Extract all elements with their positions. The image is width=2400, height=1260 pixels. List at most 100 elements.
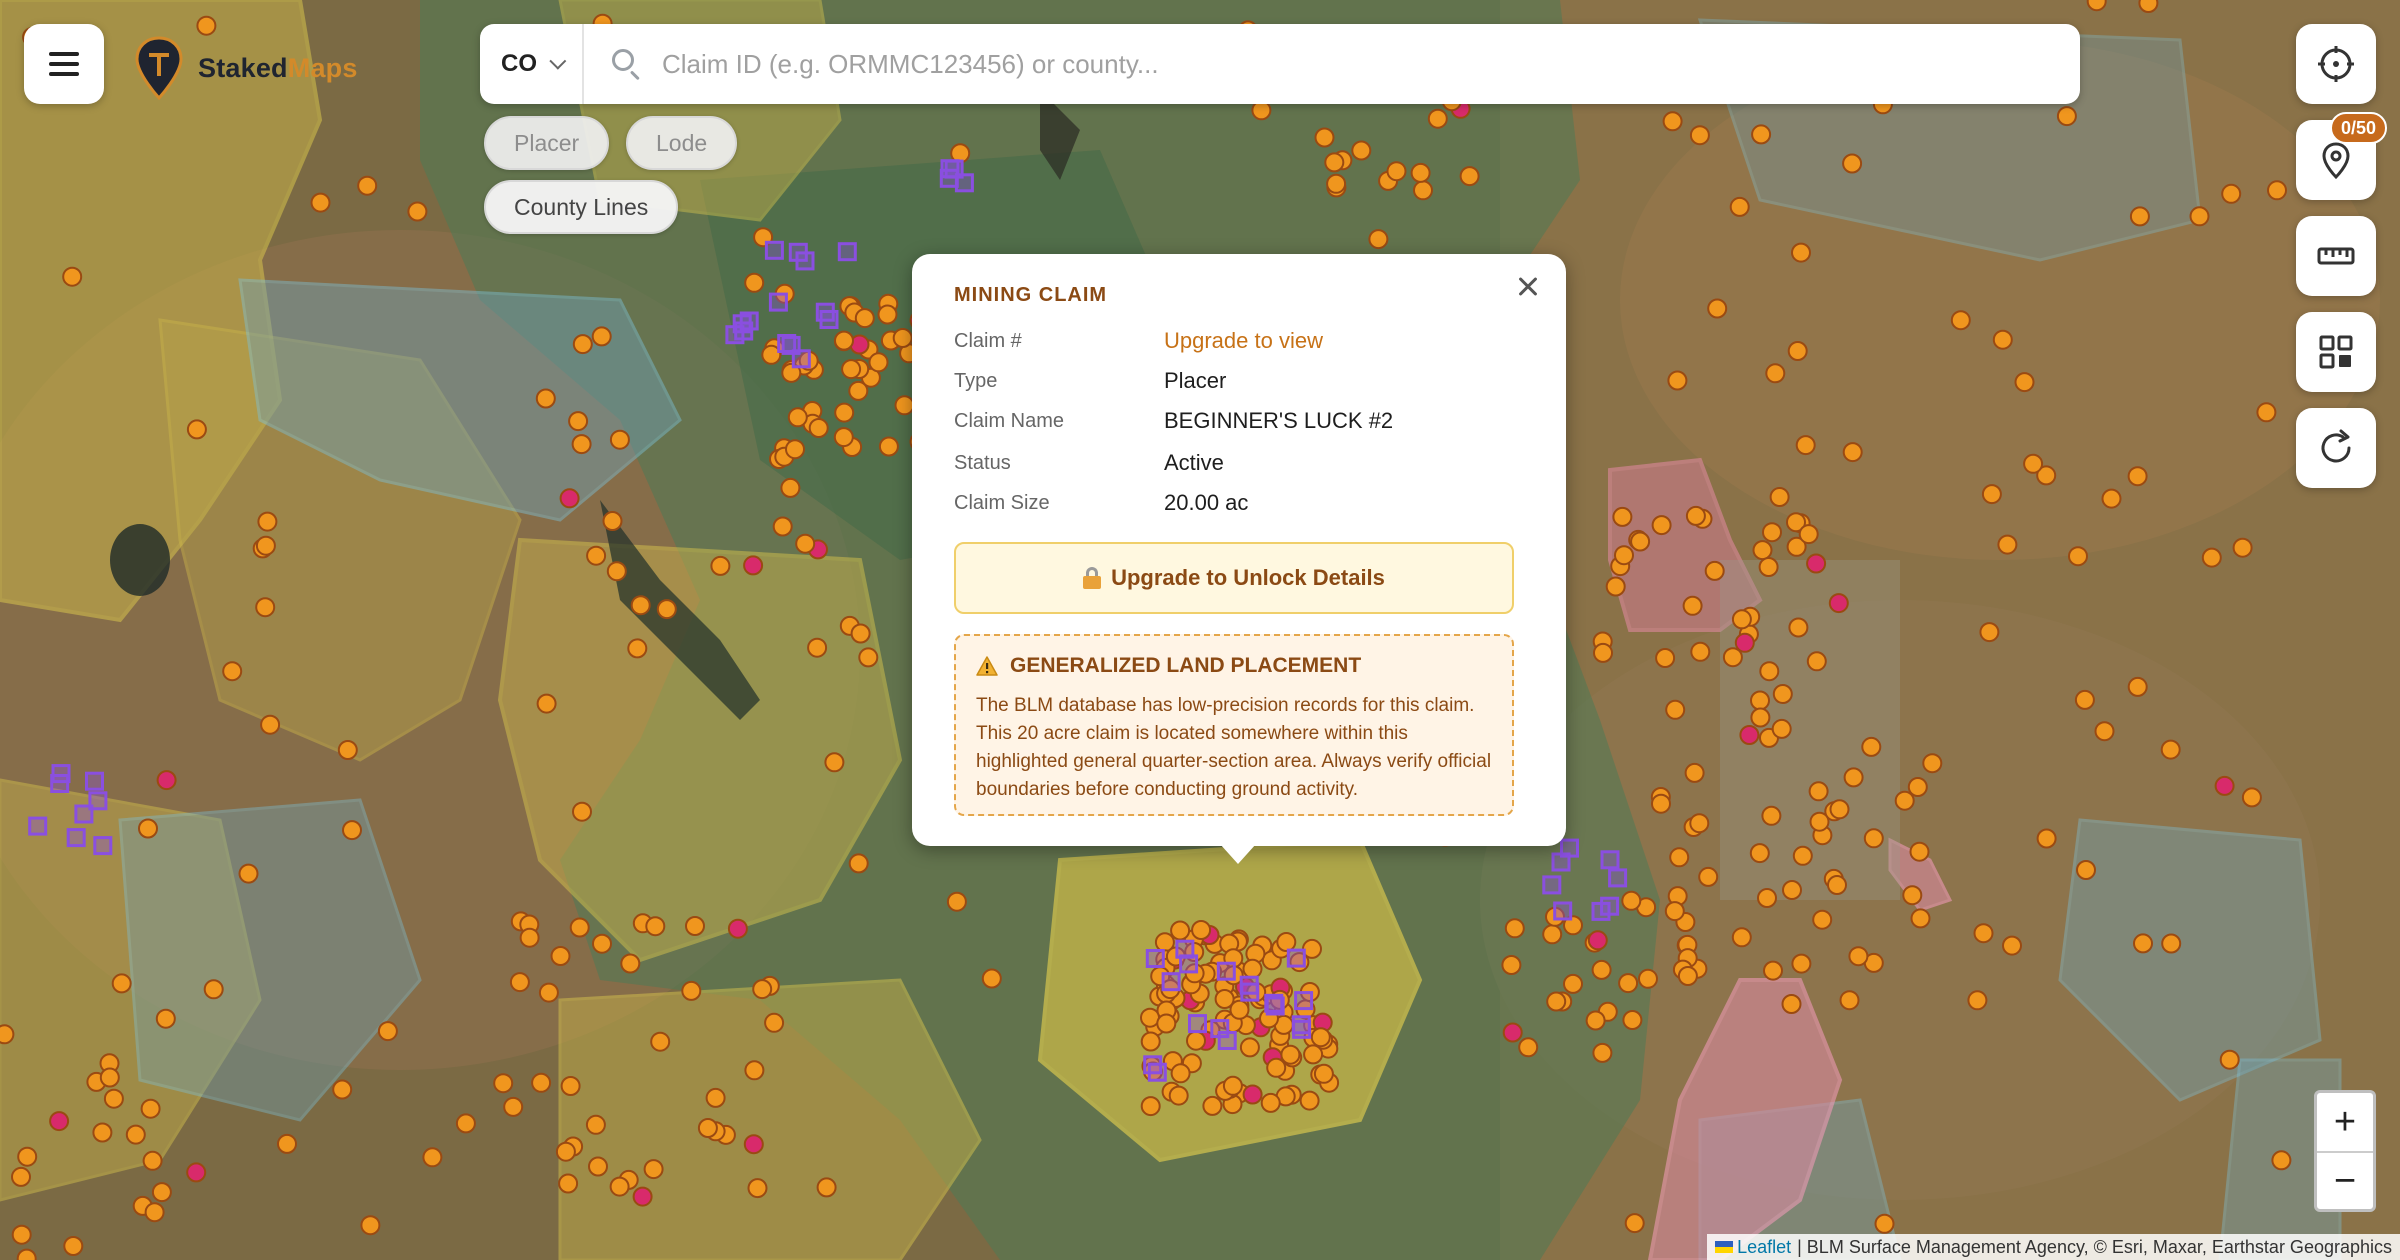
claim-marker[interactable] <box>1698 866 1719 887</box>
lode-claim-square[interactable] <box>791 349 811 369</box>
claim-marker[interactable] <box>1612 506 1633 527</box>
claim-marker[interactable] <box>1758 557 1779 577</box>
claim-marker[interactable] <box>2160 739 2181 760</box>
claim-marker[interactable] <box>1427 108 1448 129</box>
upgrade-to-view-link[interactable]: Upgrade to view <box>1164 328 1323 354</box>
claim-marker[interactable] <box>186 419 207 440</box>
claim-marker[interactable] <box>727 918 748 939</box>
claim-marker[interactable] <box>1808 781 1829 802</box>
claim-marker[interactable] <box>1351 140 1372 161</box>
claim-marker[interactable] <box>2023 453 2044 474</box>
claim-marker[interactable] <box>1504 918 1525 939</box>
claim-marker[interactable] <box>531 1072 552 1093</box>
claim-marker[interactable] <box>656 599 677 620</box>
claim-marker[interactable] <box>1651 793 1671 814</box>
claim-marker[interactable] <box>196 15 217 36</box>
claim-marker[interactable] <box>1792 845 1813 866</box>
claim-marker[interactable] <box>2214 775 2235 796</box>
claim-marker[interactable] <box>1186 1030 1206 1051</box>
claim-marker[interactable] <box>1667 370 1688 391</box>
claim-marker[interactable] <box>1684 762 1705 783</box>
claim-marker[interactable] <box>1781 994 1802 1014</box>
claim-marker[interactable] <box>569 917 590 938</box>
claim-marker[interactable] <box>2002 935 2022 956</box>
claim-marker[interactable] <box>558 1173 579 1194</box>
lode-claim-square[interactable] <box>66 828 86 848</box>
claim-marker[interactable] <box>1563 973 1583 994</box>
claim-marker[interactable] <box>1765 363 1786 384</box>
claim-marker[interactable] <box>1759 661 1780 682</box>
claim-marker[interactable] <box>705 1087 726 1108</box>
lode-claim-square[interactable] <box>837 242 857 262</box>
claim-marker[interactable] <box>1722 647 1743 668</box>
claim-marker[interactable] <box>1704 560 1725 581</box>
claim-marker[interactable] <box>1769 487 1790 507</box>
claim-marker[interactable] <box>2189 206 2210 227</box>
claim-marker[interactable] <box>1605 576 1626 597</box>
claim-marker[interactable] <box>1761 805 1782 826</box>
lode-claim-square[interactable] <box>51 764 71 784</box>
lode-claim-square[interactable] <box>795 251 815 271</box>
claim-marker[interactable] <box>681 980 702 1001</box>
claim-marker[interactable] <box>1156 1013 1177 1034</box>
claim-marker[interactable] <box>2014 372 2035 393</box>
claim-marker[interactable] <box>550 946 571 966</box>
claim-marker[interactable] <box>1621 890 1642 911</box>
claim-marker[interactable] <box>1950 310 1971 331</box>
lode-claim-square[interactable] <box>1553 901 1573 921</box>
lode-claim-square[interactable] <box>93 836 113 856</box>
claim-marker[interactable] <box>2161 933 2182 954</box>
claim-marker[interactable] <box>834 330 854 351</box>
claim-marker[interactable] <box>455 1113 476 1134</box>
claim-marker[interactable] <box>1992 329 2013 350</box>
claim-marker[interactable] <box>645 916 666 937</box>
claim-marker[interactable] <box>643 1159 664 1180</box>
lode-claim-square[interactable] <box>1179 954 1199 974</box>
claim-marker[interactable] <box>62 266 83 287</box>
claim-marker[interactable] <box>1239 1037 1260 1058</box>
claim-marker[interactable] <box>1669 847 1690 868</box>
claim-marker[interactable] <box>1665 699 1686 720</box>
claim-marker[interactable] <box>260 714 281 735</box>
claim-marker[interactable] <box>1170 1063 1191 1084</box>
claim-marker[interactable] <box>1501 955 1522 975</box>
claim-marker[interactable] <box>1682 595 1703 616</box>
claim-marker[interactable] <box>538 982 559 1003</box>
claim-marker[interactable] <box>155 1008 176 1029</box>
claim-marker[interactable] <box>1771 718 1792 739</box>
claim-marker[interactable] <box>772 516 793 537</box>
claim-marker[interactable] <box>360 1215 381 1236</box>
lode-claim-square[interactable] <box>85 771 104 791</box>
lode-claim-square[interactable] <box>777 334 797 353</box>
claim-marker[interactable] <box>1222 1075 1243 1096</box>
claim-marker[interactable] <box>606 561 627 582</box>
claim-marker[interactable] <box>2129 206 2150 227</box>
claim-marker[interactable] <box>602 511 623 531</box>
claim-marker[interactable] <box>2201 547 2222 568</box>
claim-marker[interactable] <box>1829 799 1850 820</box>
claim-marker[interactable] <box>1798 524 1819 545</box>
refresh-button[interactable] <box>2296 408 2376 488</box>
claim-marker[interactable] <box>1587 930 1608 951</box>
locate-button[interactable] <box>2296 24 2376 104</box>
claim-marker[interactable] <box>1690 641 1711 662</box>
claim-marker[interactable] <box>156 770 177 791</box>
claim-marker[interactable] <box>1791 242 1811 263</box>
claim-marker[interactable] <box>1299 1090 1320 1111</box>
claim-marker[interactable] <box>222 661 243 682</box>
claim-marker[interactable] <box>1750 690 1770 711</box>
lode-claim-square[interactable] <box>1294 991 1314 1011</box>
claim-marker[interactable] <box>743 555 764 576</box>
claim-marker[interactable] <box>710 555 731 576</box>
claim-marker[interactable] <box>1806 651 1827 672</box>
claim-marker[interactable] <box>858 647 879 668</box>
claim-marker[interactable] <box>1386 161 1407 182</box>
claim-marker[interactable] <box>1729 196 1750 217</box>
lode-claim-square[interactable] <box>1216 961 1236 981</box>
claim-marker[interactable] <box>848 853 869 874</box>
claim-marker[interactable] <box>2094 721 2115 742</box>
claim-marker[interactable] <box>503 1096 524 1117</box>
claim-marker[interactable] <box>1973 923 1994 944</box>
claim-marker[interactable] <box>203 979 224 1000</box>
claim-marker[interactable] <box>592 933 612 954</box>
